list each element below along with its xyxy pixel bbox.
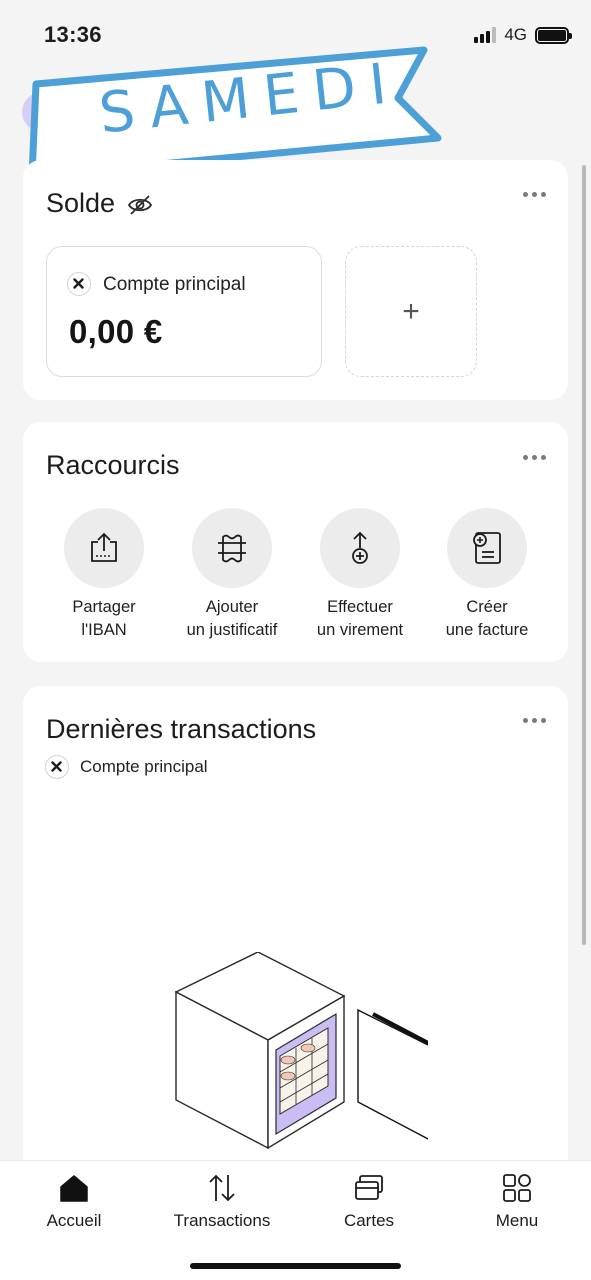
solde-title: Solde — [46, 188, 116, 218]
shortcuts-more-icon[interactable] — [523, 455, 546, 460]
shortcut-share-iban[interactable]: Partager l'IBAN — [39, 508, 169, 642]
add-account-button[interactable]: + — [345, 246, 477, 377]
shortcut-label: Créer — [466, 598, 508, 616]
cards-icon — [309, 1171, 429, 1205]
account-badge-icon — [67, 272, 91, 296]
plus-icon: + — [402, 294, 420, 328]
transactions-more-icon[interactable] — [523, 718, 546, 723]
status-indicators: 4G — [474, 25, 572, 45]
nav-label: Accueil — [46, 1211, 102, 1230]
shortcut-label: une facture — [445, 621, 529, 639]
account-name: Compte principal — [103, 274, 246, 295]
account-badge-icon — [45, 755, 69, 779]
shortcut-transfer[interactable]: Effectuer un virement — [295, 508, 425, 642]
shortcut-invoice[interactable]: Créer une facture — [422, 508, 552, 642]
signal-icon — [474, 27, 497, 43]
nav-item-menu[interactable]: Menu — [457, 1171, 577, 1231]
solde-card: Solde Compte principal 0,00 € + — [23, 160, 568, 400]
transactions-account: Compte principal — [80, 757, 208, 776]
shortcut-label: Partager — [72, 598, 136, 616]
nav-item-cartes[interactable]: Cartes — [309, 1171, 429, 1231]
menu-grid-icon — [457, 1171, 577, 1205]
account-tile[interactable]: Compte principal 0,00 € — [46, 246, 322, 377]
network-label: 4G — [504, 25, 527, 44]
nav-label: Cartes — [343, 1211, 395, 1230]
shortcut-label: un justificatif — [186, 621, 278, 639]
nav-item-accueil[interactable]: Accueil — [14, 1171, 134, 1231]
transactions-card: Dernières transactions Compte principal — [23, 686, 568, 1206]
nav-label: Menu — [495, 1211, 539, 1230]
transactions-arrows-icon — [162, 1171, 282, 1205]
share-iban-icon — [64, 508, 144, 588]
invoice-icon — [447, 508, 527, 588]
receipt-icon — [192, 508, 272, 588]
shortcut-label: l'IBAN — [81, 621, 127, 639]
solde-more-icon[interactable] — [523, 192, 546, 197]
bottom-navigation: Accueil Transactions Cartes Menu — [0, 1160, 591, 1280]
shortcut-label: Ajouter — [205, 598, 259, 616]
hide-balance-icon[interactable] — [127, 194, 153, 221]
nav-item-transactions[interactable]: Transactions — [162, 1171, 282, 1231]
safe-illustration-icon — [174, 952, 428, 1150]
transactions-title: Dernières transactions — [46, 714, 317, 744]
account-balance: 0,00 € — [69, 313, 163, 350]
shortcuts-title: Raccourcis — [46, 450, 180, 480]
transfer-icon — [320, 508, 400, 588]
shortcut-label: Effectuer — [327, 598, 393, 616]
shortcut-label: un virement — [316, 621, 404, 639]
battery-icon — [535, 26, 572, 44]
home-icon — [14, 1171, 134, 1205]
scrollbar[interactable] — [582, 165, 586, 945]
nav-label: Transactions — [173, 1211, 271, 1230]
samedi-banner: SAMEDI — [0, 20, 460, 180]
shortcut-add-receipt[interactable]: Ajouter un justificatif — [167, 508, 297, 642]
home-indicator[interactable] — [190, 1263, 401, 1269]
shortcuts-card: Raccourcis Partager l'IBAN Ajouter un just… — [23, 422, 568, 662]
